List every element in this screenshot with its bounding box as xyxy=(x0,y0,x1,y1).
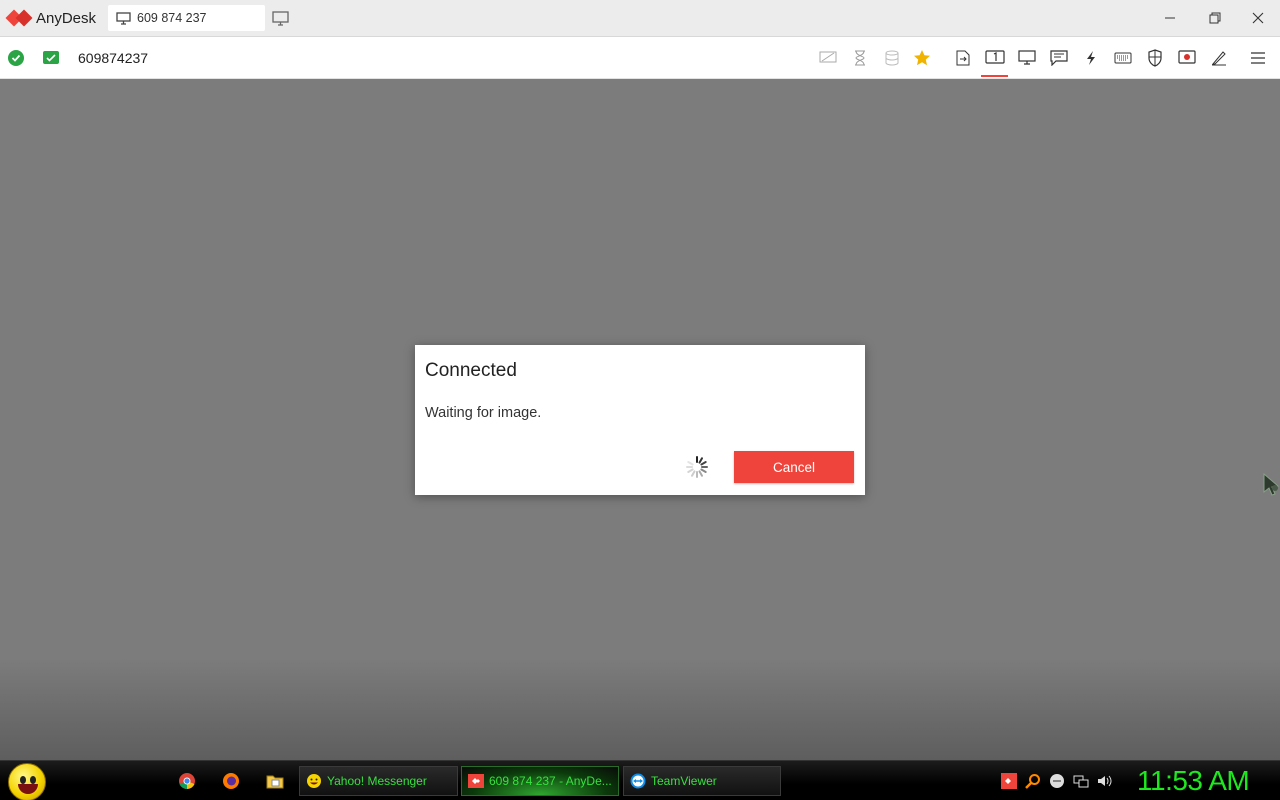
menu-icon[interactable] xyxy=(1248,48,1268,68)
taskbar-window-anydesk[interactable]: 609 874 237 - AnyDe... xyxy=(461,766,619,796)
file-transfer-icon[interactable] xyxy=(953,48,973,68)
keyboard-icon[interactable] xyxy=(1113,48,1133,68)
restore-icon xyxy=(1209,12,1221,24)
actions-bolt-icon[interactable] xyxy=(1081,48,1101,68)
permissions-shield-icon[interactable] xyxy=(1145,48,1165,68)
remote-desktop-status-icon xyxy=(43,51,59,64)
remote-address: 609874237 xyxy=(78,50,149,66)
record-icon[interactable] xyxy=(1177,48,1197,68)
taskbar-window-label: 609 874 237 - AnyDe... xyxy=(489,774,612,788)
taskbar-window-yahoo[interactable]: Yahoo! Messenger xyxy=(299,766,458,796)
cancel-button[interactable]: Cancel xyxy=(734,451,854,483)
tab-label: 609 874 237 xyxy=(137,11,207,25)
network-icon[interactable] xyxy=(1073,773,1089,789)
connection-ok-icon xyxy=(8,50,24,66)
tray-status-icon[interactable] xyxy=(1049,773,1065,789)
minimize-icon xyxy=(1165,17,1175,19)
system-clock[interactable]: 11:53 AM xyxy=(1137,765,1250,797)
loading-spinner-icon xyxy=(685,455,709,484)
connection-dialog: Connected Waiting for image. Cancel xyxy=(415,345,865,495)
volume-icon[interactable] xyxy=(1097,773,1113,789)
restore-button[interactable] xyxy=(1206,9,1224,27)
add-monitor-icon xyxy=(272,11,289,26)
display-1-icon[interactable] xyxy=(985,48,1005,68)
minimize-button[interactable] xyxy=(1161,9,1179,27)
firefox-icon[interactable] xyxy=(222,772,240,790)
taskbar-window-label: TeamViewer xyxy=(651,774,717,788)
anydesk-app-icon xyxy=(468,774,484,788)
start-button-smiley-icon[interactable] xyxy=(8,763,46,800)
whiteboard-pen-icon[interactable] xyxy=(1209,48,1229,68)
star-icon[interactable] xyxy=(912,48,932,68)
tab-remote-session[interactable]: 609 874 237 xyxy=(108,5,265,31)
file-explorer-icon[interactable] xyxy=(266,772,284,790)
anydesk-logo: AnyDesk xyxy=(5,8,97,28)
dialog-message: Waiting for image. xyxy=(425,405,542,421)
tray-anydesk-icon[interactable] xyxy=(1001,773,1017,789)
hourglass-icon[interactable] xyxy=(850,48,870,68)
title-bar: AnyDesk 609 874 237 xyxy=(0,0,1280,37)
close-button[interactable] xyxy=(1249,9,1267,27)
yahoo-messenger-icon xyxy=(307,774,321,788)
monitor-icon xyxy=(116,11,131,25)
teamviewer-icon xyxy=(630,773,646,789)
chrome-icon[interactable] xyxy=(178,772,196,790)
new-session-button[interactable] xyxy=(272,10,290,31)
active-tool-indicator xyxy=(981,75,1008,77)
app-name: AnyDesk xyxy=(36,9,97,27)
anydesk-logo-icon xyxy=(5,8,33,28)
close-icon xyxy=(1252,12,1264,24)
tray-search-icon[interactable] xyxy=(1025,773,1041,789)
database-icon[interactable] xyxy=(882,48,902,68)
taskbar-window-label: Yahoo! Messenger xyxy=(327,774,427,788)
taskbar: Yahoo! Messenger 609 874 237 - AnyDe... … xyxy=(0,760,1280,800)
chat-icon[interactable] xyxy=(1049,48,1069,68)
taskbar-window-teamviewer[interactable]: TeamViewer xyxy=(623,766,781,796)
dialog-title: Connected xyxy=(425,360,517,381)
monitor-settings-icon[interactable] xyxy=(1017,48,1037,68)
quality-icon[interactable] xyxy=(818,48,838,68)
session-toolbar: 609874237 xyxy=(0,37,1280,79)
remote-cursor-icon xyxy=(1262,472,1280,503)
